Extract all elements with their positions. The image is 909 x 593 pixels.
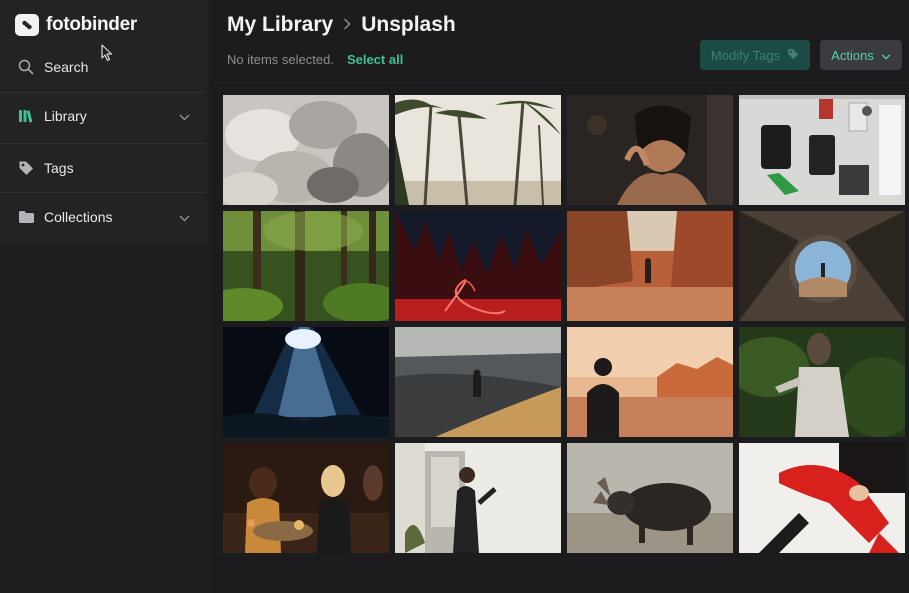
- photo-grid: [223, 95, 905, 553]
- photo-thumbnail: [395, 443, 561, 553]
- chevron-right-icon: [343, 17, 351, 34]
- photo-thumbnail: [223, 443, 389, 553]
- selection-bar: No items selected. Select all: [227, 52, 403, 67]
- photo-tile[interactable]: [223, 95, 389, 205]
- photo-thumbnail: [739, 443, 905, 553]
- photo-thumbnail: [395, 95, 561, 205]
- chevron-down-icon: [881, 48, 891, 63]
- photo-tile[interactable]: [567, 443, 733, 553]
- modify-tags-label: Modify Tags: [710, 47, 781, 63]
- photo-thumbnail: [223, 95, 389, 205]
- photo-tile[interactable]: [567, 95, 733, 205]
- photo-tile[interactable]: [395, 327, 561, 437]
- actions-label: Actions: [831, 47, 874, 63]
- fotobinder-logo-icon: [15, 14, 39, 36]
- photo-tile[interactable]: [395, 211, 561, 321]
- photo-tile[interactable]: [739, 327, 905, 437]
- photo-tile[interactable]: [395, 443, 561, 553]
- photo-tile[interactable]: [223, 327, 389, 437]
- photo-thumbnail: [739, 327, 905, 437]
- photo-tile[interactable]: [395, 95, 561, 205]
- photo-thumbnail: [395, 211, 561, 321]
- photo-tile[interactable]: [739, 95, 905, 205]
- selection-status: No items selected.: [227, 52, 334, 67]
- photo-thumbnail: [567, 211, 733, 321]
- library-icon: [17, 107, 35, 125]
- header-divider: [213, 82, 909, 83]
- modify-tags-button[interactable]: Modify Tags: [700, 40, 810, 70]
- sidebar-item-collections[interactable]: Collections: [0, 193, 207, 241]
- tag-icon: [17, 159, 35, 177]
- sidebar-search-label: Search: [44, 59, 89, 75]
- photo-tile[interactable]: [567, 327, 733, 437]
- photo-thumbnail: [223, 327, 389, 437]
- sidebar-item-label: Tags: [44, 160, 74, 176]
- sidebar-item-library[interactable]: Library: [0, 92, 207, 140]
- app-logo[interactable]: fotobinder: [15, 13, 137, 37]
- photo-thumbnail: [739, 211, 905, 321]
- photo-thumbnail: [567, 327, 733, 437]
- photo-thumbnail: [739, 95, 905, 205]
- chevron-down-icon[interactable]: [179, 108, 190, 124]
- photo-thumbnail: [223, 211, 389, 321]
- sidebar-search[interactable]: Search: [0, 43, 207, 91]
- sidebar-item-label: Collections: [44, 209, 113, 225]
- folder-icon: [17, 208, 35, 226]
- select-all-link[interactable]: Select all: [347, 52, 403, 67]
- photo-tile[interactable]: [223, 211, 389, 321]
- photo-tile[interactable]: [223, 443, 389, 553]
- chevron-down-icon[interactable]: [179, 209, 190, 225]
- photo-tile[interactable]: [739, 443, 905, 553]
- tag-icon: [787, 48, 799, 63]
- actions-dropdown-button[interactable]: Actions: [820, 40, 902, 70]
- search-icon: [17, 58, 35, 76]
- photo-tile[interactable]: [567, 211, 733, 321]
- sidebar-item-tags[interactable]: Tags: [0, 144, 207, 192]
- photo-thumbnail: [395, 327, 561, 437]
- sidebar: fotobinder Search Library Tags Collectio…: [0, 0, 210, 593]
- sidebar-item-label: Library: [44, 108, 87, 124]
- photo-tile[interactable]: [739, 211, 905, 321]
- photo-thumbnail: [567, 95, 733, 205]
- app-name: fotobinder: [46, 14, 137, 35]
- breadcrumb-unsplash: Unsplash: [361, 13, 456, 36]
- main-area: My Library Unsplash No items selected. S…: [213, 0, 909, 593]
- breadcrumb: My Library Unsplash: [227, 13, 456, 37]
- breadcrumb-my-library[interactable]: My Library: [227, 13, 333, 37]
- photo-thumbnail: [567, 443, 733, 553]
